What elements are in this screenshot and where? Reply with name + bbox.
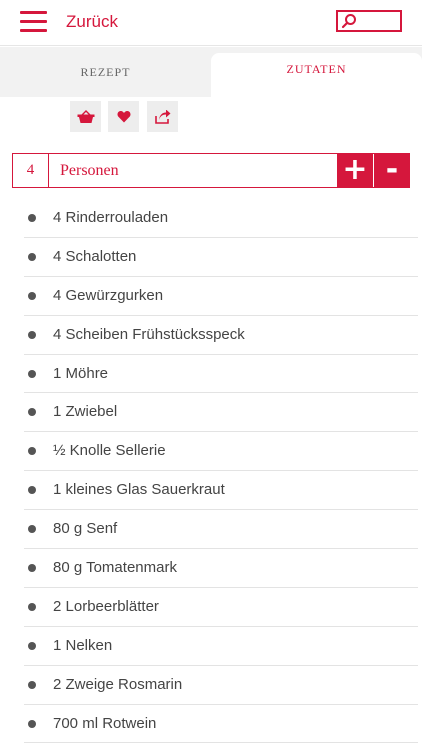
ingredient-text: 700 ml Rotwein <box>53 714 157 732</box>
ingredient-text: 1 Nelken <box>53 636 113 654</box>
tab-rezept[interactable]: REZEPT <box>0 47 211 97</box>
bullet-icon <box>28 719 36 728</box>
increase-servings-button[interactable]: + <box>337 153 373 188</box>
bullet-icon <box>28 369 36 378</box>
list-item: 4 Schalotten <box>24 238 418 277</box>
ingredient-text: 4 Gewürzgurken <box>53 286 164 304</box>
bullet-icon <box>28 214 36 222</box>
heart-icon <box>116 110 131 123</box>
menu-bar <box>20 29 47 32</box>
list-item: 700 ml Rotwein <box>24 705 418 744</box>
favorite-button[interactable] <box>108 101 139 132</box>
ingredient-text: 1 kleines Glas Sauerkraut <box>53 481 225 499</box>
ingredient-text: 80 g Senf <box>53 520 118 538</box>
ingredient-text: 4 Rinderrouladen <box>53 209 169 226</box>
bullet-icon <box>28 252 36 261</box>
servings-control: 4 Personen + - <box>12 153 410 188</box>
menu-bar <box>20 20 47 23</box>
list-item: 1 Zwiebel <box>24 393 418 433</box>
bullet-icon <box>28 291 36 300</box>
basket-icon <box>77 109 94 123</box>
ingredient-text: 80 g Tomatenmark <box>53 559 177 577</box>
list-item: 2 Zweige Rosmarin <box>24 666 418 705</box>
ingredient-list: 4 Rinderrouladen 4 Schalotten 4 Gewürzgu… <box>24 199 418 744</box>
servings-count[interactable]: 4 <box>13 154 49 187</box>
bullet-icon <box>28 564 36 573</box>
list-item: 1 Möhre <box>24 355 418 394</box>
action-bar <box>0 97 422 141</box>
share-icon <box>154 109 170 124</box>
ingredient-text: 4 Schalotten <box>53 247 137 265</box>
tab-zutaten[interactable]: ZUTATEN <box>211 53 422 97</box>
list-item: 4 Scheiben Frühstücksspeck <box>24 316 418 355</box>
list-item: ½ Knolle Sellerie <box>24 432 418 472</box>
list-item: 80 g Tomatenmark <box>24 549 418 588</box>
ingredient-text: 4 Scheiben Frühstücksspeck <box>53 325 245 343</box>
ingredient-text: ½ Knolle Sellerie <box>53 442 166 460</box>
decrease-servings-button[interactable]: - <box>374 153 410 188</box>
list-item: 1 Nelken <box>24 627 418 666</box>
back-button[interactable]: Zurück <box>66 12 118 32</box>
list-item: 4 Rinderrouladen <box>24 199 418 238</box>
menu-bar <box>20 11 47 14</box>
recipe-tabs: REZEPT ZUTATEN <box>0 47 422 97</box>
ingredient-text: 1 Möhre <box>53 364 109 382</box>
bullet-icon <box>28 525 36 534</box>
list-item: 4 Gewürzgurken <box>24 277 418 316</box>
servings-label: Personen <box>60 162 119 179</box>
bullet-icon <box>28 680 36 689</box>
bullet-icon <box>28 330 36 339</box>
search-button[interactable] <box>336 10 402 32</box>
hamburger-menu-icon[interactable] <box>20 11 47 33</box>
bullet-icon <box>28 447 36 456</box>
bullet-icon <box>28 641 36 650</box>
ingredient-text: 1 Zwiebel <box>53 403 118 421</box>
ingredient-text: 2 Lorbeerblätter <box>53 597 159 615</box>
list-item: 80 g Senf <box>24 510 418 550</box>
bullet-icon <box>28 486 36 495</box>
share-button[interactable] <box>147 101 178 132</box>
app-header: Zurück <box>0 0 422 46</box>
bullet-icon <box>28 602 36 611</box>
list-item: 2 Lorbeerblätter <box>24 588 418 627</box>
shopping-basket-button[interactable] <box>70 101 101 132</box>
list-item: 1 kleines Glas Sauerkraut <box>24 471 418 511</box>
search-icon <box>341 14 356 29</box>
ingredient-text: 2 Zweige Rosmarin <box>53 675 183 693</box>
bullet-icon <box>28 408 36 417</box>
